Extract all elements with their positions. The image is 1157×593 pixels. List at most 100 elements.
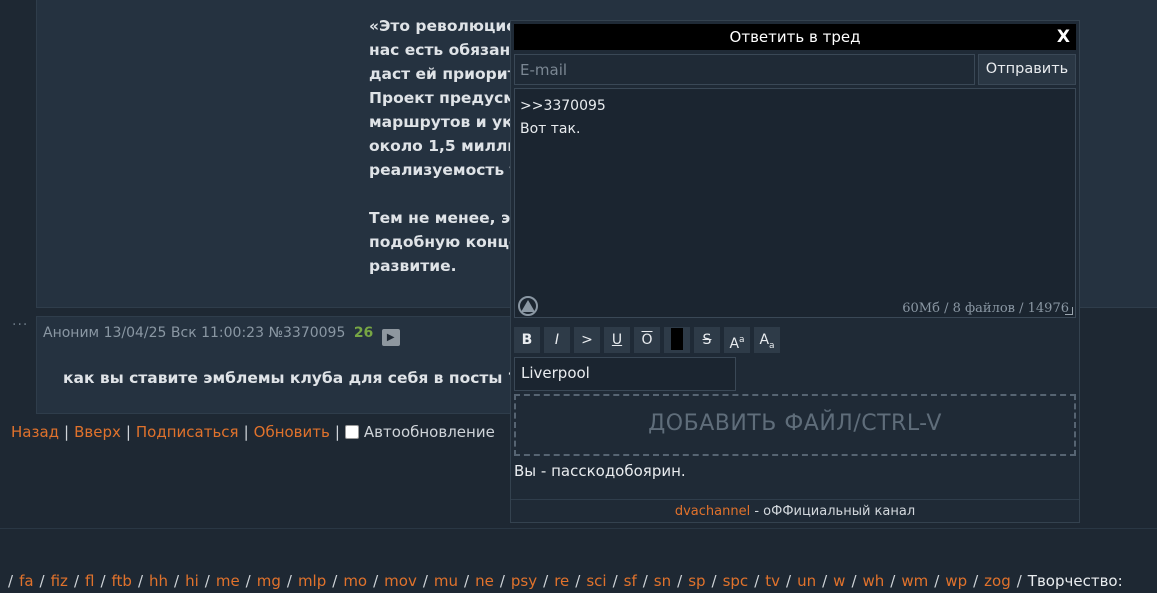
spoiler-button[interactable] [664, 327, 690, 353]
board-link-ftb[interactable]: ftb [112, 572, 132, 590]
play-icon[interactable]: ▶ [381, 329, 400, 346]
board-link-re[interactable]: re [554, 572, 569, 590]
board-link-tv[interactable]: tv [765, 572, 780, 590]
reply-form-title: Ответить в тред [729, 28, 861, 46]
send-button[interactable]: Отправить [978, 54, 1076, 85]
message-textarea[interactable]: >>3370095 Вот так. [514, 88, 1076, 318]
subscript-button[interactable]: Aa [754, 327, 780, 353]
nav-separator: | [64, 423, 70, 441]
autorefresh-checkbox[interactable] [344, 425, 359, 439]
board-link-sp[interactable]: sp [688, 572, 705, 590]
thread-nav: Назад | Вверх | Подписаться | Обновить | Автообн… [11, 423, 495, 441]
add-file-dropzone[interactable]: ДОБАВИТЬ ФАЙЛ/CTRL-V [514, 394, 1076, 456]
board-link-wh[interactable]: wh [863, 572, 885, 590]
upload-limits: 60Мб / 8 файлов / 14976 [902, 301, 1069, 316]
superscript-label: A [729, 336, 740, 352]
board-separator: / [422, 572, 428, 590]
board-link-fiz[interactable]: fiz [51, 572, 68, 590]
superscript-button[interactable]: Aa [724, 327, 750, 353]
board-link-hh[interactable]: hh [149, 572, 168, 590]
board-link-un[interactable]: un [797, 572, 816, 590]
board-link-sci[interactable]: sci [586, 572, 606, 590]
email-field[interactable]: E-mail [514, 54, 975, 85]
overline-button[interactable]: O [634, 327, 660, 353]
board-separator: / [786, 572, 792, 590]
post-date: 13/04/25 Вск 11:00:23 [103, 325, 264, 341]
subscript-label: A [759, 332, 770, 348]
subscribe-link[interactable]: Подписаться [136, 423, 239, 441]
back-link[interactable]: Назад [11, 423, 59, 441]
board-link-mlp[interactable]: mlp [298, 572, 326, 590]
spoiler-icon [671, 328, 683, 350]
board-separator: / [73, 572, 79, 590]
channel-link[interactable]: dvachannel [675, 504, 750, 519]
passcode-status: Вы - пасскодобоярин. [514, 462, 686, 480]
board-separator: / [575, 572, 581, 590]
board-link-ne[interactable]: ne [475, 572, 494, 590]
board-link-mg[interactable]: mg [257, 572, 281, 590]
reply-form: Ответить в тред X E-mail Отправить >>337… [510, 20, 1080, 523]
quote-button[interactable]: > [574, 327, 600, 353]
underline-button[interactable]: U [604, 327, 630, 353]
board-link-wm[interactable]: wm [901, 572, 928, 590]
board-separator: / [100, 572, 106, 590]
subject-field[interactable]: Liverpool [514, 357, 736, 391]
board-separator: / [890, 572, 896, 590]
board-link-zog[interactable]: zog [984, 572, 1011, 590]
board-link-me[interactable]: me [216, 572, 240, 590]
dvach-logo-icon [518, 296, 538, 316]
reply-form-footer: dvachannel - оФФициальный канал [511, 499, 1079, 523]
post-author: Аноним [43, 325, 100, 341]
nav-separator: | [125, 423, 131, 441]
divider [0, 528, 1157, 529]
nav-separator: | [243, 423, 249, 441]
board-separator: / [973, 572, 979, 590]
board-link-mo[interactable]: mo [343, 572, 367, 590]
board-separator: / [543, 572, 549, 590]
board-separator: / [204, 572, 210, 590]
post-number[interactable]: №3370095 [268, 325, 345, 341]
board-link-hi[interactable]: hi [185, 572, 199, 590]
close-icon[interactable]: X [1057, 24, 1070, 50]
board-link-w[interactable]: w [833, 572, 845, 590]
italic-button[interactable]: I [544, 327, 570, 353]
strike-button[interactable]: S [694, 327, 720, 353]
board-separator: / [373, 572, 379, 590]
post-reply-count: 26 [353, 325, 374, 341]
board-section-label: Творчество: [1027, 572, 1123, 590]
refresh-link[interactable]: Обновить [254, 423, 330, 441]
board-separator: / [1016, 572, 1022, 590]
board-separator: / [464, 572, 470, 590]
board-link-mu[interactable]: mu [434, 572, 458, 590]
board-link-psy[interactable]: psy [511, 572, 537, 590]
superscript-mark: a [739, 335, 745, 345]
board-link-mov[interactable]: mov [384, 572, 417, 590]
resize-handle-icon[interactable] [1065, 307, 1073, 315]
board-link-spc[interactable]: spc [723, 572, 749, 590]
board-separator: / [499, 572, 505, 590]
autorefresh-label: Автообновление [363, 423, 495, 441]
post-header: Аноним 13/04/25 Вск 11:00:23 №3370095 26… [43, 325, 400, 346]
channel-caption: - оФФициальный канал [750, 504, 916, 519]
board-separator: / [612, 572, 618, 590]
board-separator: / [174, 572, 180, 590]
board-separator: / [39, 572, 45, 590]
board-link-sn[interactable]: sn [654, 572, 671, 590]
board-separator: / [8, 572, 14, 590]
boards-list: / fa / fiz / fl / ftb / hh / hi / me / mg / mlp / mo / mov / mu… [2, 572, 1123, 590]
markup-toolbar: B I > U O S Aa Aa [514, 327, 784, 355]
post-menu-dots[interactable]: ··· [12, 317, 28, 333]
reply-form-title-bar[interactable]: Ответить в тред X [514, 24, 1076, 50]
board-link-fa[interactable]: fa [19, 572, 33, 590]
board-separator: / [934, 572, 940, 590]
board-separator: / [754, 572, 760, 590]
board-link-wp[interactable]: wp [945, 572, 967, 590]
board-link-sf[interactable]: sf [624, 572, 637, 590]
board-link-fl[interactable]: fl [85, 572, 94, 590]
top-link[interactable]: Вверх [74, 423, 121, 441]
board-separator: / [711, 572, 717, 590]
board-separator: / [332, 572, 338, 590]
bold-button[interactable]: B [514, 327, 540, 353]
board-separator: / [822, 572, 828, 590]
board-separator: / [286, 572, 292, 590]
